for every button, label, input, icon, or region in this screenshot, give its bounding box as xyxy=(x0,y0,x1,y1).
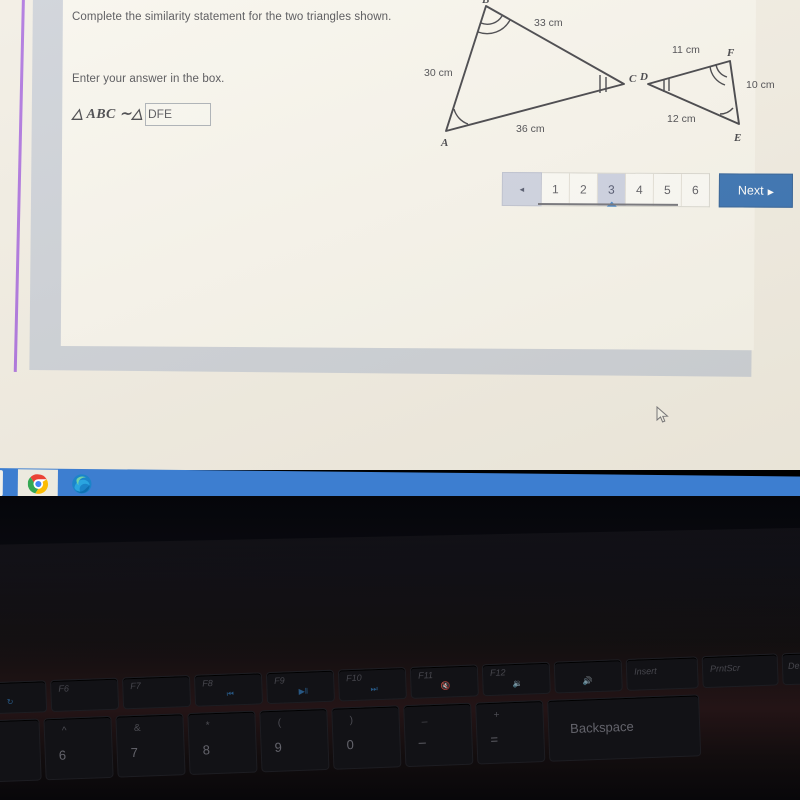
vertex-label-B: B xyxy=(481,0,489,6)
key-label-f12: F12 xyxy=(489,667,506,678)
key-equals[interactable] xyxy=(475,700,546,765)
next-button[interactable]: Next ▸ xyxy=(718,173,793,208)
key-main-label-9: 9 xyxy=(274,739,283,755)
vertex-label-A: A xyxy=(440,137,448,149)
key-label-f6: F6 xyxy=(58,683,70,694)
vertex-label-C: C xyxy=(629,73,637,85)
side-label-BC: 33 cm xyxy=(534,17,563,29)
key-5[interactable] xyxy=(0,718,42,783)
side-label-DF: 11 cm xyxy=(672,44,700,56)
next-arrow-icon: ▸ xyxy=(767,184,774,199)
body-sheen xyxy=(0,526,800,666)
taskbar-item-chrome[interactable] xyxy=(17,469,58,498)
key-media-volume: 🔊 xyxy=(582,676,593,686)
vertex-label-F: F xyxy=(726,47,735,59)
app-accent-line xyxy=(13,0,25,372)
similarity-statement-lead: △ ABC ∼△ xyxy=(72,107,143,122)
side-label-DE: 12 cm xyxy=(667,113,696,125)
page-button-1[interactable]: 1 xyxy=(541,173,570,206)
key-main-label-equals: = xyxy=(490,731,499,747)
page-button-6[interactable]: 6 xyxy=(681,174,709,207)
key-label-f7: F7 xyxy=(130,680,141,692)
key-0[interactable] xyxy=(331,705,402,770)
key-8[interactable] xyxy=(187,710,258,776)
key-9[interactable] xyxy=(259,707,330,773)
taskbar-item-edge[interactable] xyxy=(62,470,102,498)
key-media-f5: ↻ xyxy=(6,697,14,707)
page-number-list: 1 2 3 4 5 6 xyxy=(541,172,710,208)
side-label-AC: 36 cm xyxy=(516,123,545,135)
key-shift-label-0: ) xyxy=(349,714,354,727)
key-main-label-8: 8 xyxy=(202,742,211,758)
page-button-2[interactable]: 2 xyxy=(569,173,598,206)
taskbar-edge-stub xyxy=(0,469,3,497)
vertex-label-D: D xyxy=(639,71,648,83)
key-label-delete: Del xyxy=(787,660,800,672)
key-main-label-minus: – xyxy=(418,734,427,750)
key-main-label-7: 7 xyxy=(130,744,139,761)
key-shift-label-minus: _ xyxy=(421,712,428,724)
laptop-screen: Complete the similarity statement for th… xyxy=(0,0,800,470)
edge-icon xyxy=(72,474,92,494)
next-button-label: Next xyxy=(737,183,764,198)
key-minus[interactable] xyxy=(403,702,474,768)
vertex-label-E: E xyxy=(733,132,741,144)
triangles-figure: B A C 30 cm 33 cm 36 cm D F E 11 cm 10 c… xyxy=(424,0,784,166)
key-label-f8: F8 xyxy=(202,678,213,689)
side-label-AB: 30 cm xyxy=(424,67,453,79)
key-media-f9: ▶‖ xyxy=(298,686,309,696)
key-media-f12: 🔉 xyxy=(512,678,523,689)
answer-instruction: Enter your answer in the box. xyxy=(72,73,225,85)
similarity-statement-row: △ ABC ∼△ DFE xyxy=(72,103,211,126)
key-6[interactable] xyxy=(43,715,114,781)
key-shift-label-7: & xyxy=(133,722,141,735)
key-media-f10: ⏭ xyxy=(370,684,378,694)
key-label-insert: Insert xyxy=(633,665,657,677)
key-media-f11: 🔇 xyxy=(440,681,451,691)
key-shift-label-8: * xyxy=(205,720,210,732)
laptop-body: F5 F6 F7 F8 F9 F10 F11 F12 Insert PrntSc… xyxy=(0,496,800,800)
page-button-4[interactable]: 4 xyxy=(625,173,654,206)
key-shift-label-equals: + xyxy=(493,709,500,721)
key-label-f9: F9 xyxy=(274,675,285,686)
side-label-FE: 10 cm xyxy=(746,79,775,91)
key-label-f10: F10 xyxy=(345,672,362,684)
previous-page-button[interactable]: ◂ xyxy=(501,172,542,207)
key-media-f8: ⏮ xyxy=(226,689,235,699)
question-prompt: Complete the similarity statement for th… xyxy=(72,11,392,23)
key-label-printscreen: PrntScr xyxy=(709,662,741,674)
key-main-label-0: 0 xyxy=(346,736,355,753)
key-main-label-6: 6 xyxy=(58,747,67,763)
key-7[interactable] xyxy=(115,713,186,778)
chrome-icon xyxy=(27,473,48,494)
key-main-label-backspace: Backspace xyxy=(569,718,634,737)
page-button-5[interactable]: 5 xyxy=(653,173,682,207)
key-shift-label-9: ( xyxy=(277,717,282,729)
keyboard: F5 F6 F7 F8 F9 F10 F11 F12 Insert PrntSc… xyxy=(0,649,800,800)
page-button-3[interactable]: 3 xyxy=(597,173,626,206)
answer-input[interactable]: DFE xyxy=(144,103,211,126)
mouse-cursor xyxy=(656,406,669,423)
key-label-f11: F11 xyxy=(417,670,434,681)
key-shift-label-6: ^ xyxy=(61,725,67,737)
